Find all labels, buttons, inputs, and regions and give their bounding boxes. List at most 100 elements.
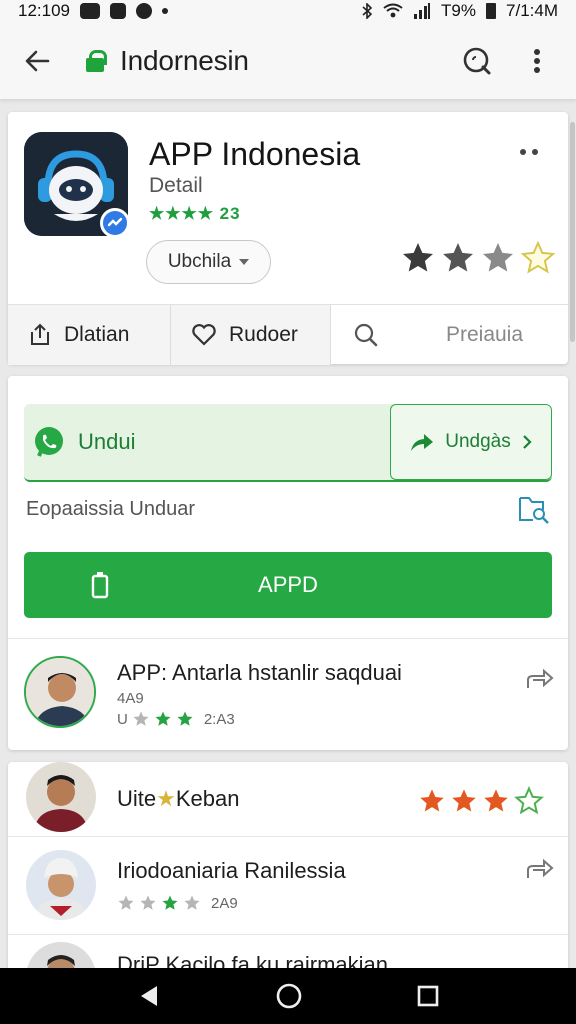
messenger-icon: [136, 3, 152, 19]
whatsapp-icon: [35, 427, 63, 457]
search-button[interactable]: [460, 44, 494, 78]
list-item-title: Uite★Keban: [117, 786, 240, 811]
page-title: Indornesin: [120, 44, 249, 76]
nav-recents-icon[interactable]: [417, 985, 439, 1007]
status-time: 12:109: [18, 1, 70, 20]
star-green-icon: [162, 895, 178, 910]
caret-down-icon: [239, 259, 250, 265]
tab-preview[interactable]: Preiauia: [401, 305, 568, 365]
list-item-rating: 2A9: [117, 894, 238, 912]
star-filled-icon: [403, 243, 433, 272]
install-button-label: APPD: [258, 572, 318, 597]
clock-right: 7/1:4M: [506, 1, 558, 20]
list-card: Uite★Keban Iriodoaniaria Ranilessia 2A9: [8, 762, 568, 972]
battery-text: T9%: [441, 1, 477, 20]
tab-favorite[interactable]: Rudoer: [171, 305, 331, 365]
battery-download-icon: [91, 572, 109, 599]
back-button[interactable]: [22, 46, 52, 76]
app-rating: ★★★★ 23: [149, 204, 241, 223]
more-horiz-icon[interactable]: [520, 142, 548, 162]
divider: [8, 836, 568, 837]
signal-icon: [414, 3, 431, 19]
star-gray-icon: [133, 711, 149, 726]
divider: [8, 934, 568, 935]
download-card: Undui Undgàs Eopaaissia Unduar APPD APP:…: [8, 376, 568, 750]
star-gray-icon: [140, 895, 156, 910]
overflow-menu-button[interactable]: [520, 44, 554, 78]
search-icon: [354, 323, 378, 347]
divider: [8, 638, 568, 639]
search-icon: [463, 47, 491, 74]
heart-icon: [192, 324, 216, 346]
star-orange-icon: [452, 789, 476, 812]
avatar: [26, 850, 96, 920]
arrow-left-icon: [25, 50, 50, 71]
star-gray-icon: [184, 895, 200, 910]
notification-icon: [80, 3, 100, 19]
tab-share[interactable]: Dlatian: [8, 305, 171, 365]
more-vert-icon: [534, 48, 540, 73]
install-button[interactable]: APPD: [24, 552, 552, 618]
rating-stars[interactable]: [400, 240, 556, 276]
app-subtitle: Detail: [149, 174, 203, 197]
avatar: [24, 656, 96, 728]
bluetooth-icon: [362, 3, 373, 19]
list-item-title: APP: Antarla hstanlir saqduai: [117, 660, 402, 685]
lock-icon: [86, 49, 107, 72]
tab-search[interactable]: [331, 305, 401, 365]
app-notification-icon: [110, 3, 126, 19]
app-header-card: APP Indonesia Detail ★★★★ 23 Ubchila Dla…: [8, 112, 568, 365]
app-title: APP Indonesia: [149, 136, 361, 172]
star-gold-icon: ★: [156, 786, 176, 811]
star-outline-icon: [514, 786, 544, 815]
star-orange-icon: [420, 789, 444, 812]
star-gray-icon: [118, 895, 134, 910]
star-outline-icon: [520, 240, 556, 274]
folder-search-icon[interactable]: [518, 494, 550, 524]
share-arrow-icon: [411, 434, 434, 451]
system-nav-bar: [0, 968, 576, 1024]
dropdown-label: Ubchila: [167, 251, 232, 272]
app-bar: Indornesin: [0, 22, 576, 100]
list-item-meta: 4A9: [117, 690, 144, 707]
list-item-title: Iriodoaniaria Ranilessia: [117, 858, 346, 883]
tab-favorite-label: Rudoer: [229, 323, 298, 346]
forward-icon[interactable]: [526, 858, 554, 880]
scrollbar[interactable]: [570, 122, 575, 342]
avatar: [26, 762, 96, 832]
download-row: Undui Undgàs: [24, 404, 552, 482]
list-item-stars-text: 2A9: [211, 894, 238, 912]
nav-back-icon[interactable]: [137, 984, 161, 1008]
star-filled-icon: [483, 243, 513, 272]
dot-icon: [162, 8, 168, 14]
battery-icon: [486, 3, 497, 19]
download-main-button[interactable]: Undui: [24, 404, 390, 480]
star-green-icon: [155, 711, 171, 726]
download-side-label: Undgàs: [445, 431, 511, 452]
verified-badge-icon: [100, 208, 130, 238]
download-status-text: Eopaaissia Unduar: [26, 498, 195, 520]
list-item-prefix: U: [117, 710, 128, 728]
tab-share-label: Dlatian: [64, 323, 130, 346]
list-item-rating: [418, 786, 544, 816]
list-item-stars-text: 2:A3: [203, 710, 235, 728]
list-item[interactable]: APP: Antarla hstanlir saqduai 4A9 U 2:A3: [8, 646, 568, 742]
list-item-rating: U 2:A3: [117, 710, 235, 728]
chevron-right-icon: [522, 435, 532, 449]
tab-preview-label: Preiauia: [445, 323, 524, 346]
download-main-label: Undui: [78, 429, 136, 454]
star-green-icon: [177, 711, 193, 726]
download-side-button[interactable]: Undgàs: [390, 404, 552, 480]
list-item[interactable]: Iriodoaniaria Ranilessia 2A9: [8, 838, 568, 938]
nav-home-icon[interactable]: [275, 982, 303, 1010]
wifi-icon: [383, 3, 403, 18]
star-orange-icon: [484, 789, 508, 812]
version-dropdown[interactable]: Ubchila: [146, 240, 271, 284]
list-item[interactable]: DriP Kacilo fa ku rairmakian: [8, 938, 568, 972]
star-filled-icon: [443, 243, 473, 272]
status-bar: 12:109 T9% 7/1:4M: [0, 0, 576, 22]
list-item[interactable]: Uite★Keban: [8, 762, 568, 836]
forward-icon[interactable]: [526, 668, 554, 690]
share-box-icon: [31, 323, 49, 345]
action-tabs: Dlatian Rudoer Preiauia: [8, 304, 568, 365]
